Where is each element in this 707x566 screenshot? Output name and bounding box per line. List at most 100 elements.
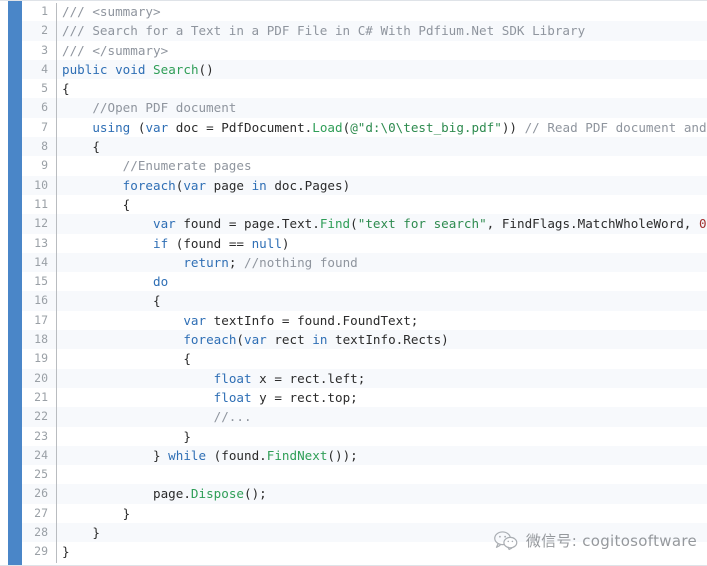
token-pln xyxy=(108,62,116,77)
code-line[interactable]: 28 } xyxy=(0,523,707,543)
token-kw: in xyxy=(312,332,328,348)
token-pln: } xyxy=(62,447,169,463)
token-pln: { xyxy=(62,293,161,309)
code-line[interactable]: 10 foreach(var page in doc.Pages) xyxy=(0,175,707,195)
code-line-text: { xyxy=(62,79,70,98)
code-line[interactable]: 2/// Search for a Text in a PDF File in … xyxy=(0,21,707,41)
code-line[interactable]: 22 //... xyxy=(0,407,707,427)
token-pln xyxy=(145,62,153,77)
token-kw: var xyxy=(183,177,207,193)
code-line[interactable]: 26 page.Dispose(); xyxy=(0,484,707,504)
token-pln xyxy=(62,371,214,386)
code-line[interactable]: 17 var textInfo = found.FoundText; xyxy=(0,310,707,331)
code-line[interactable]: 4 public void Search() xyxy=(0,59,707,80)
token-mth: Search xyxy=(153,61,199,77)
code-line[interactable]: 21 float y = rect.top; xyxy=(0,387,707,408)
token-pln: (); xyxy=(243,486,267,502)
token-mth: Find xyxy=(319,216,351,232)
code-line[interactable]: 29} xyxy=(0,542,707,562)
token-pln: { xyxy=(62,139,100,155)
code-line-text: { xyxy=(62,291,161,310)
token-pln xyxy=(62,236,153,251)
token-cmt: //Open PDF document xyxy=(62,100,237,116)
code-line-text: //Enumerate pages xyxy=(62,156,252,175)
code-line-text: foreach(var rect in textInfo.Rects) xyxy=(62,330,449,349)
code-line-text: var textInfo = found.FoundText; xyxy=(62,311,418,330)
code-line[interactable]: 6 //Open PDF document xyxy=(0,98,707,118)
token-pln: y = rect.top; xyxy=(251,389,358,405)
code-line[interactable]: 13 if (found == null) xyxy=(0,233,707,253)
token-pln: { xyxy=(62,196,131,212)
code-line[interactable]: 25 xyxy=(0,465,707,485)
token-pln: ( xyxy=(350,216,358,232)
code-line[interactable]: 11 { xyxy=(0,194,707,215)
token-pln xyxy=(62,313,183,328)
token-str: @"d:\0\test_big.pdf" xyxy=(350,119,502,135)
token-pln xyxy=(62,255,183,270)
token-pln: (found. xyxy=(206,447,267,463)
token-pln xyxy=(62,332,183,347)
gutter-divider xyxy=(56,3,57,563)
token-pln: x = rect.left; xyxy=(251,370,366,386)
code-line-text: } xyxy=(62,504,131,523)
token-mth: FindNext xyxy=(266,447,328,463)
code-viewer: 1/// <summary> 2/// Search for a Text in … xyxy=(0,0,707,566)
token-pln: (found == xyxy=(168,235,252,251)
code-line[interactable]: 5{ xyxy=(0,79,707,99)
code-line-text: do xyxy=(62,272,168,291)
code-line-text: public void Search() xyxy=(62,60,214,79)
token-pln: doc.Pages) xyxy=(266,177,351,193)
code-line[interactable]: 18 foreach(var rect in textInfo.Rects) xyxy=(0,330,707,350)
code-line-text: float y = rect.top; xyxy=(62,388,358,407)
code-line[interactable]: 7 using (var doc = PdfDocument.Load(@"d:… xyxy=(0,117,707,138)
token-kw: var xyxy=(183,312,207,328)
token-cmt: /// Search for a Text in a PDF File in C… xyxy=(62,23,586,39)
token-pln: ) xyxy=(281,235,290,251)
code-line[interactable]: 16 { xyxy=(0,291,707,311)
token-mth: Load xyxy=(312,119,343,135)
code-line-text: } xyxy=(62,542,70,561)
code-line[interactable]: 12 var found = page.Text.Find("text for … xyxy=(0,214,707,234)
code-line[interactable]: 15 do xyxy=(0,272,707,292)
token-kw: do xyxy=(153,274,169,290)
code-line-text: /// </summary> xyxy=(62,41,168,60)
token-pln: page. xyxy=(62,486,191,502)
token-pln xyxy=(62,178,123,193)
code-line-text: if (found == null) xyxy=(62,234,290,253)
token-kw: var xyxy=(244,332,267,348)
token-kw: foreach xyxy=(183,332,237,348)
token-pln: rect xyxy=(266,332,313,348)
code-line[interactable]: 8 { xyxy=(0,137,707,157)
token-cmt: /// xyxy=(62,4,93,19)
code-line[interactable]: 23 } xyxy=(0,426,707,446)
code-line[interactable]: 14 return; //nothing found xyxy=(0,252,707,273)
token-mth: Dispose xyxy=(190,486,244,502)
token-pln: found = page.Text. xyxy=(175,216,320,232)
code-line-text: //Open PDF document xyxy=(62,98,236,117)
code-line-list[interactable]: 1/// <summary> 2/// Search for a Text in … xyxy=(0,2,707,562)
token-cmt: //Enumerate pages xyxy=(62,158,252,174)
code-line[interactable]: 9 //Enumerate pages xyxy=(0,156,707,176)
token-kw: void xyxy=(115,61,146,77)
code-line[interactable]: 24 } while (found.FindNext()); xyxy=(0,445,707,466)
code-line[interactable]: 19 { xyxy=(0,349,707,369)
token-pln: )) xyxy=(501,119,525,135)
code-line[interactable]: 3/// </summary> xyxy=(0,40,707,60)
token-pln: page xyxy=(206,177,252,193)
token-pln: textInfo = found.FoundText; xyxy=(206,312,419,328)
token-cmt: /// </summary> xyxy=(62,42,169,58)
code-line-text: float x = rect.left; xyxy=(62,369,366,388)
code-line-text: /// <summary> xyxy=(62,2,161,21)
token-kw: if xyxy=(153,235,169,251)
code-line-text: //... xyxy=(62,407,252,426)
code-line[interactable]: 27 } xyxy=(0,503,707,524)
editor-accent-bar xyxy=(8,1,22,565)
code-line[interactable]: 1/// <summary> xyxy=(0,2,707,22)
token-pln: textInfo.Rects) xyxy=(327,332,449,348)
token-pln xyxy=(62,390,214,405)
token-pln: , FindFlags.MatchWholeWord, xyxy=(486,216,699,232)
token-str: "text for search" xyxy=(357,216,487,232)
code-line-text: return; //nothing found xyxy=(62,253,357,272)
code-line[interactable]: 20 float x = rect.left; xyxy=(0,368,707,388)
code-line-text: } while (found.FindNext()); xyxy=(62,446,358,465)
